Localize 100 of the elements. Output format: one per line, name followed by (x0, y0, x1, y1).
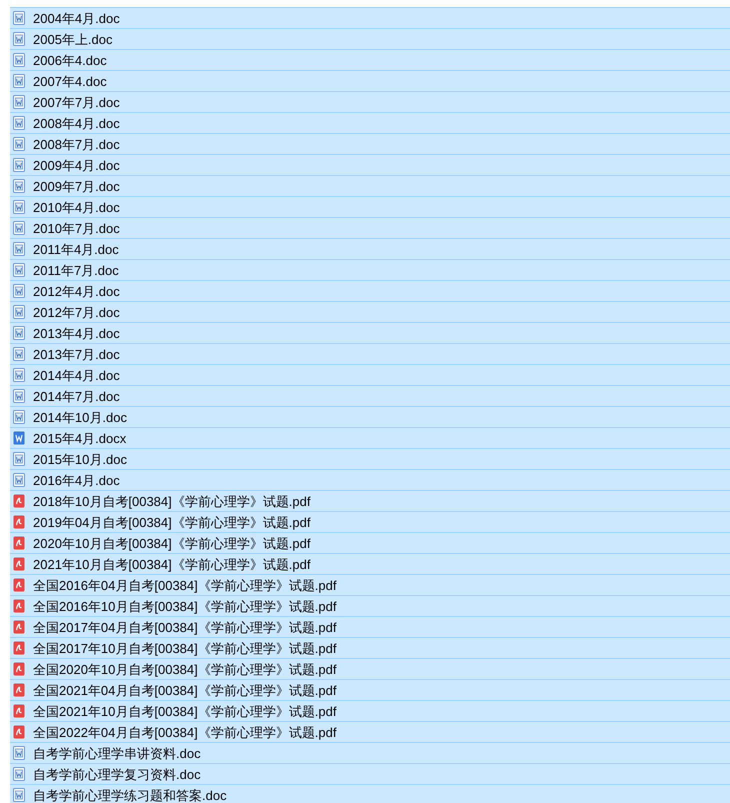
file-row[interactable]: 2014年10月.doc (10, 406, 730, 427)
pdf-file-icon (13, 515, 25, 529)
file-name: 2014年4月.doc (33, 368, 120, 382)
file-row[interactable]: 2006年4.doc (10, 49, 730, 70)
file-row[interactable]: 全国2022年04月自考[00384]《学前心理学》试题.pdf (10, 721, 730, 742)
file-row[interactable]: 2005年上.doc (10, 28, 730, 49)
pdf-file-icon (13, 704, 25, 718)
file-row[interactable]: 自考学前心理学复习资料.doc (10, 763, 730, 784)
file-row[interactable]: 2011年7月.doc (10, 259, 730, 280)
file-row[interactable]: 2012年7月.doc (10, 301, 730, 322)
file-name: 2009年7月.doc (33, 180, 120, 192)
file-row[interactable]: 全国2016年04月自考[00384]《学前心理学》试题.pdf (10, 574, 730, 595)
file-name: 2013年7月.doc (33, 348, 120, 360)
file-row[interactable]: 2010年7月.doc (10, 217, 730, 238)
file-row[interactable]: 2008年4月.doc (10, 112, 730, 133)
file-row[interactable]: 2011年4月.doc (10, 238, 730, 259)
file-row[interactable]: 2021年10月自考[00384]《学前心理学》试题.pdf (10, 553, 730, 574)
file-name: 自考学前心理学串讲资料.doc (33, 746, 201, 760)
pdf-file-icon (13, 536, 25, 550)
file-row[interactable]: 2015年10月.doc (10, 448, 730, 469)
word-file-icon (13, 263, 25, 277)
file-name: 2011年4月.doc (33, 242, 119, 256)
file-row[interactable]: 2014年7月.doc (10, 385, 730, 406)
word-file-icon (13, 116, 25, 130)
file-row[interactable]: 2007年4.doc (10, 70, 730, 91)
file-name: 全国2016年10月自考[00384]《学前心理学》试题.pdf (33, 600, 336, 612)
file-row[interactable]: 2019年04月自考[00384]《学前心理学》试题.pdf (10, 511, 730, 532)
pdf-file-icon (13, 620, 25, 634)
pdf-file-icon (13, 599, 25, 613)
word-file-icon (13, 746, 25, 760)
word-file-icon (13, 410, 25, 424)
file-name: 2015年10月.doc (33, 452, 127, 466)
file-name: 全国2017年10月自考[00384]《学前心理学》试题.pdf (33, 642, 336, 654)
file-name: 2016年4月.doc (33, 474, 120, 486)
file-name: 2010年4月.doc (33, 200, 120, 214)
file-name: 2006年4.doc (33, 54, 107, 66)
file-row[interactable]: 2004年4月.doc (10, 7, 730, 28)
file-row[interactable]: 2007年7月.doc (10, 91, 730, 112)
word-file-icon (13, 305, 25, 319)
file-name: 2012年7月.doc (33, 306, 120, 318)
file-row[interactable]: 2018年10月自考[00384]《学前心理学》试题.pdf (10, 490, 730, 511)
file-name: 全国2017年04月自考[00384]《学前心理学》试题.pdf (33, 620, 336, 634)
file-row[interactable]: 2010年4月.doc (10, 196, 730, 217)
file-row[interactable]: 全国2021年04月自考[00384]《学前心理学》试题.pdf (10, 679, 730, 700)
file-name: 2011年7月.doc (33, 264, 119, 276)
file-name: 2007年4.doc (33, 74, 107, 88)
word-file-icon (13, 473, 25, 487)
file-name: 2013年4月.doc (33, 326, 120, 340)
file-name: 自考学前心理学复习资料.doc (33, 768, 201, 780)
file-row[interactable]: 自考学前心理学串讲资料.doc (10, 742, 730, 763)
word-file-icon (13, 284, 25, 298)
word-file-icon (13, 326, 25, 340)
file-row[interactable]: 2013年4月.doc (10, 322, 730, 343)
file-row[interactable]: 2012年4月.doc (10, 280, 730, 301)
word-file-icon (13, 788, 25, 802)
word-file-icon (13, 158, 25, 172)
pdf-file-icon (13, 683, 25, 697)
file-name: 2021年10月自考[00384]《学前心理学》试题.pdf (33, 558, 310, 570)
file-row[interactable]: 2020年10月自考[00384]《学前心理学》试题.pdf (10, 532, 730, 553)
file-row[interactable]: 全国2021年10月自考[00384]《学前心理学》试题.pdf (10, 700, 730, 721)
file-name: 2010年7月.doc (33, 222, 120, 234)
file-name: 全国2022年04月自考[00384]《学前心理学》试题.pdf (33, 726, 336, 738)
word-file-icon (13, 32, 25, 46)
file-row[interactable]: 全国2020年10月自考[00384]《学前心理学》试题.pdf (10, 658, 730, 679)
word-file-icon (13, 200, 25, 214)
word-file-icon (13, 74, 25, 88)
word-file-icon (13, 221, 25, 235)
word-file-icon (13, 137, 25, 151)
file-name: 2008年7月.doc (33, 138, 120, 150)
word-file-icon (13, 767, 25, 781)
file-row[interactable]: 全国2017年04月自考[00384]《学前心理学》试题.pdf (10, 616, 730, 637)
file-row[interactable]: 2016年4月.doc (10, 469, 730, 490)
file-row[interactable]: 2015年4月.docx (10, 427, 730, 448)
file-name: 2015年4月.docx (33, 432, 126, 444)
file-name: 2012年4月.doc (33, 284, 120, 298)
file-name: 2020年10月自考[00384]《学前心理学》试题.pdf (33, 536, 310, 550)
file-name: 2004年4月.doc (33, 12, 120, 24)
file-name: 2007年7月.doc (33, 96, 120, 108)
file-row[interactable]: 2009年7月.doc (10, 175, 730, 196)
file-name: 2014年7月.doc (33, 390, 120, 402)
file-row[interactable]: 2013年7月.doc (10, 343, 730, 364)
pdf-file-icon (13, 578, 25, 592)
file-name: 2005年上.doc (33, 32, 112, 46)
file-row[interactable]: 全国2017年10月自考[00384]《学前心理学》试题.pdf (10, 637, 730, 658)
file-row[interactable]: 自考学前心理学练习题和答案.doc (10, 784, 730, 803)
file-name: 全国2021年04月自考[00384]《学前心理学》试题.pdf (33, 684, 336, 696)
file-name: 2009年4月.doc (33, 158, 120, 172)
file-name: 全国2021年10月自考[00384]《学前心理学》试题.pdf (33, 704, 336, 718)
word-file-icon (13, 368, 25, 382)
word-file-icon (13, 347, 25, 361)
word-file-icon (13, 242, 25, 256)
file-row[interactable]: 2009年4月.doc (10, 154, 730, 175)
word-file-icon (13, 389, 25, 403)
file-row[interactable]: 2008年7月.doc (10, 133, 730, 154)
word-file-icon (13, 431, 25, 445)
file-name: 2008年4月.doc (33, 116, 120, 130)
file-row[interactable]: 2014年4月.doc (10, 364, 730, 385)
file-name: 2014年10月.doc (33, 410, 127, 424)
file-row[interactable]: 全国2016年10月自考[00384]《学前心理学》试题.pdf (10, 595, 730, 616)
pdf-file-icon (13, 494, 25, 508)
